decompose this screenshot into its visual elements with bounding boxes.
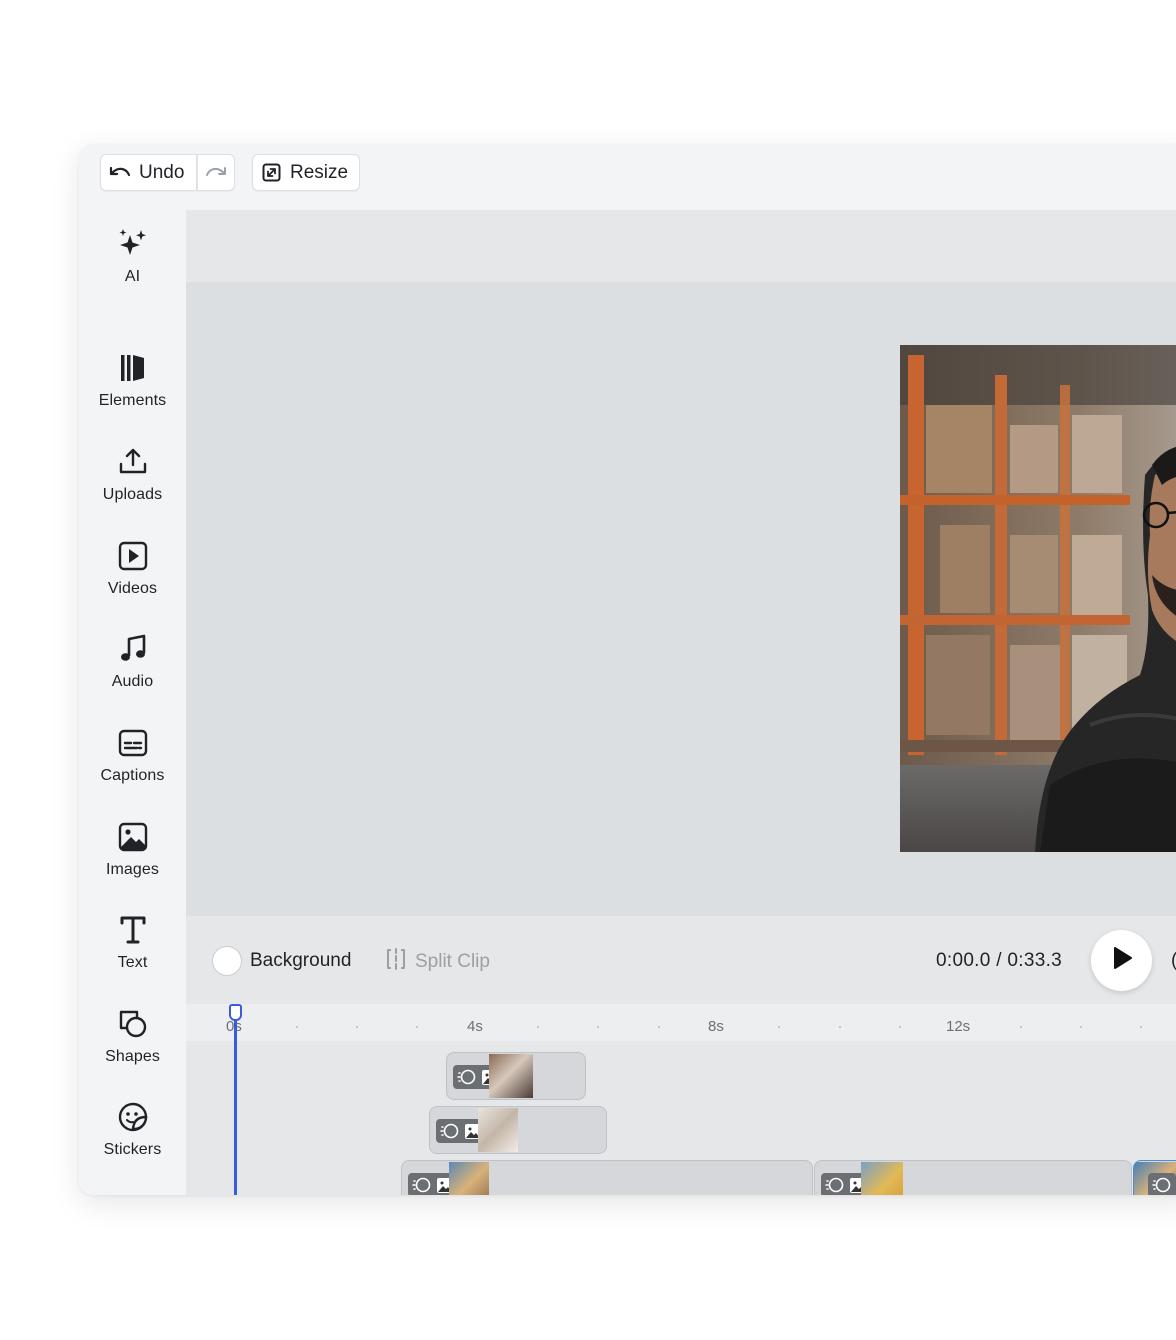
split-clip-button[interactable]: Split Clip xyxy=(385,948,490,976)
resize-button[interactable]: Resize xyxy=(252,154,360,191)
sidebar-item-videos[interactable]: Videos xyxy=(79,538,186,598)
tick-mark xyxy=(1080,1026,1082,1028)
redo-button[interactable] xyxy=(197,154,235,191)
playhead[interactable] xyxy=(234,1016,237,1195)
elements-icon xyxy=(115,350,151,386)
tick-label: 8s xyxy=(708,1018,724,1035)
current-time: 0:00.0 xyxy=(936,950,991,971)
sparkles-icon xyxy=(115,226,151,262)
sidebar-item-label: Captions xyxy=(100,767,165,784)
timeline-clip[interactable] xyxy=(446,1052,586,1100)
sidebar-item-stickers[interactable]: Stickers xyxy=(79,1099,186,1159)
timeline: 0s 4s 8s 12s xyxy=(186,1004,1176,1195)
text-icon xyxy=(115,912,151,948)
sidebar-item-captions[interactable]: Captions xyxy=(79,725,186,785)
timeline-clip[interactable] xyxy=(401,1160,813,1195)
time-separator: / xyxy=(996,950,1002,971)
timeline-clip[interactable] xyxy=(814,1160,1132,1195)
editor-window: Undo Resize AI Elements Uploads Videos A… xyxy=(79,144,1176,1195)
video-frame-image xyxy=(900,345,1176,852)
timeline-clip[interactable] xyxy=(429,1106,607,1154)
image-icon xyxy=(115,819,151,855)
shapes-icon xyxy=(115,1006,151,1042)
sidebar-item-ai[interactable]: AI xyxy=(79,226,186,286)
undo-label: Undo xyxy=(139,161,185,183)
tick-label: 4s xyxy=(467,1018,483,1035)
clip-animation-icon xyxy=(412,1177,431,1193)
tick-mark xyxy=(1020,1026,1022,1028)
video-play-icon xyxy=(115,538,151,574)
tick-mark xyxy=(658,1026,660,1028)
left-sidebar: AI Elements Uploads Videos Audio Caption… xyxy=(79,210,186,1195)
time-readout: 0:00.0 / 0:33.3 xyxy=(936,950,1062,972)
sidebar-item-label: Stickers xyxy=(103,1141,162,1158)
sidebar-item-text[interactable]: Text xyxy=(79,912,186,972)
clip-thumbnail xyxy=(861,1162,903,1195)
background-toggle[interactable]: Background xyxy=(212,946,351,976)
upload-icon xyxy=(115,444,151,480)
partial-control-text: ( xyxy=(1171,950,1176,972)
sidebar-item-label: Videos xyxy=(107,580,158,597)
undo-icon xyxy=(109,165,131,181)
clip-animation-icon xyxy=(440,1123,459,1139)
resize-label: Resize xyxy=(290,161,349,183)
sidebar-item-label: Text xyxy=(117,954,148,971)
sidebar-item-label: Images xyxy=(105,861,160,878)
tick-mark xyxy=(537,1026,539,1028)
split-clip-icon xyxy=(385,948,407,976)
timeline-ruler[interactable]: 0s 4s 8s 12s xyxy=(186,1004,1176,1041)
clip-thumbnail xyxy=(489,1054,533,1098)
play-icon xyxy=(1111,946,1133,975)
clip-thumbnail xyxy=(478,1108,518,1152)
tick-mark xyxy=(296,1026,298,1028)
clip-type-badge xyxy=(1148,1173,1176,1195)
split-clip-label: Split Clip xyxy=(415,951,490,972)
clip-thumbnail xyxy=(449,1162,489,1195)
sidebar-item-label: AI xyxy=(124,268,141,285)
tick-mark xyxy=(1140,1026,1142,1028)
redo-icon xyxy=(205,165,227,181)
tick-mark xyxy=(597,1026,599,1028)
video-preview[interactable] xyxy=(900,345,1176,852)
sticker-icon xyxy=(115,1099,151,1135)
clip-animation-icon xyxy=(457,1069,476,1085)
resize-icon xyxy=(262,163,281,182)
sidebar-item-label: Uploads xyxy=(102,486,163,503)
background-label: Background xyxy=(250,950,352,971)
sidebar-item-elements[interactable]: Elements xyxy=(79,350,186,410)
tick-mark xyxy=(899,1026,901,1028)
background-color-swatch[interactable] xyxy=(212,946,242,976)
music-note-icon xyxy=(115,631,151,667)
playback-controls: Background Split Clip 0:00.0 / 0:33.3 ( xyxy=(186,916,1176,1004)
tick-mark xyxy=(839,1026,841,1028)
sidebar-item-uploads[interactable]: Uploads xyxy=(79,444,186,504)
tick-mark xyxy=(778,1026,780,1028)
sidebar-item-label: Audio xyxy=(111,673,154,690)
canvas-stage xyxy=(186,282,1176,916)
clip-animation-icon xyxy=(825,1177,844,1193)
canvas-area xyxy=(186,210,1176,916)
play-button[interactable] xyxy=(1091,930,1152,991)
tick-mark xyxy=(356,1026,358,1028)
sidebar-item-shapes[interactable]: Shapes xyxy=(79,1006,186,1066)
total-time: 0:33.3 xyxy=(1007,950,1063,971)
undo-button[interactable]: Undo xyxy=(100,154,197,191)
timeline-clip[interactable] xyxy=(1133,1160,1176,1195)
sidebar-item-label: Shapes xyxy=(105,1048,160,1065)
sidebar-item-label: Elements xyxy=(98,392,167,409)
sidebar-item-audio[interactable]: Audio xyxy=(79,631,186,691)
top-toolbar: Undo Resize xyxy=(79,144,1176,210)
tick-mark xyxy=(416,1026,418,1028)
tick-label: 12s xyxy=(946,1018,971,1035)
playhead-handle[interactable] xyxy=(229,1004,242,1021)
captions-icon xyxy=(115,725,151,761)
sidebar-item-images[interactable]: Images xyxy=(79,819,186,879)
clip-animation-icon xyxy=(1152,1177,1171,1193)
